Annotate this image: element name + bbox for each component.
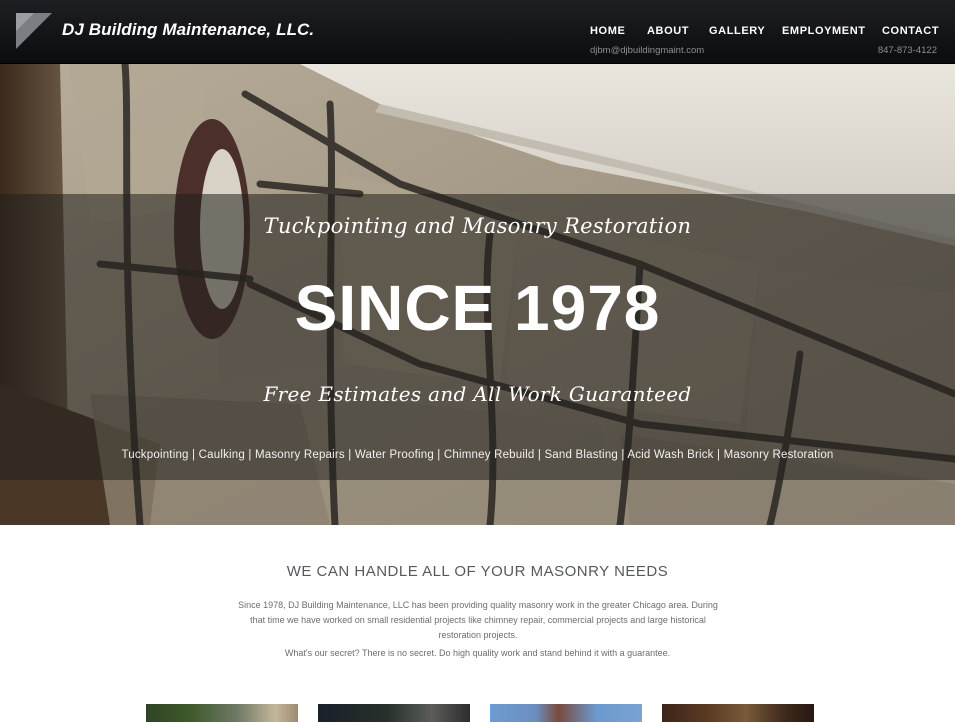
nav-home[interactable]: HOME: [590, 25, 625, 37]
gallery-thumbnail[interactable]: [146, 704, 298, 722]
nav-gallery[interactable]: GALLERY: [709, 25, 765, 37]
hero-services-list: Tuckpointing | Caulking | Masonry Repair…: [121, 449, 834, 461]
nav-employment[interactable]: EMPLOYMENT: [782, 25, 866, 37]
gallery-thumbnail[interactable]: [318, 704, 470, 722]
nav-contact[interactable]: CONTACT: [882, 25, 939, 37]
hero-tagline: Tuckpointing and Masonry Restoration: [263, 214, 692, 238]
gallery-thumbnail[interactable]: [662, 704, 814, 722]
gallery-thumbnail[interactable]: [490, 704, 642, 722]
intro-body: Since 1978, DJ Building Maintenance, LLC…: [238, 600, 718, 640]
main-nav: HOME ABOUT GALLERY EMPLOYMENT CONTACT: [0, 25, 955, 41]
hero-subtitle: Free Estimates and All Work Guaranteed: [263, 382, 692, 406]
contact-phone-link[interactable]: 847-873-4122: [878, 45, 937, 56]
contact-email-link[interactable]: djbm@djbuildingmaint.com: [590, 45, 704, 56]
intro-heading: WE CAN HANDLE ALL OF YOUR MASONRY NEEDS: [286, 563, 669, 580]
intro-secret: What's our secret? There is no secret. D…: [284, 648, 671, 658]
hero-banner: Tuckpointing and Masonry Restoration SIN…: [0, 64, 955, 525]
site-header: DJ Building Maintenance, LLC. HOME ABOUT…: [0, 0, 955, 64]
nav-about[interactable]: ABOUT: [647, 25, 689, 37]
hero-title: SINCE 1978: [294, 272, 661, 344]
